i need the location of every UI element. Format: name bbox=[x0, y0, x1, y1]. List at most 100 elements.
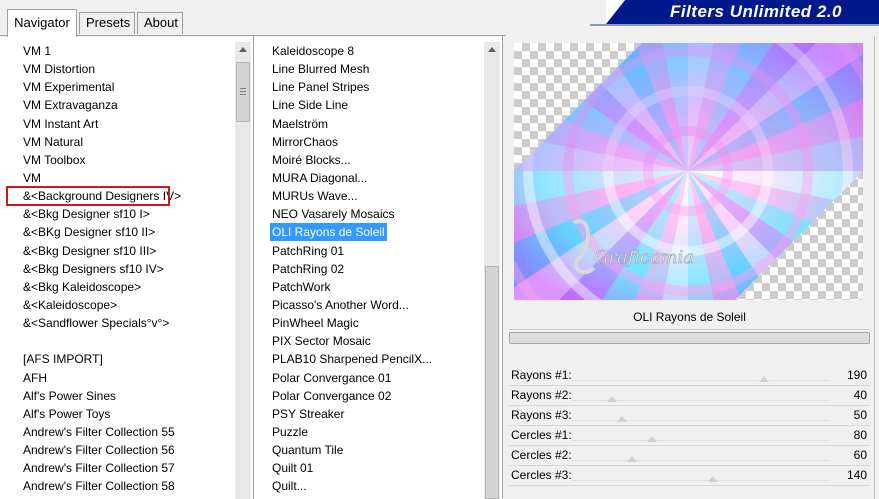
parameter-slider-knob[interactable] bbox=[626, 456, 637, 462]
parameter-value[interactable]: 140 bbox=[847, 466, 867, 484]
category-item-label: AFH bbox=[23, 370, 47, 385]
parameter-row[interactable]: Rayons #1: 190 bbox=[509, 366, 870, 386]
filter-item[interactable]: OLI Rayons de Soleil bbox=[254, 223, 434, 242]
parameter-value[interactable]: 80 bbox=[854, 426, 867, 444]
filter-item[interactable]: MirrorChaos bbox=[254, 133, 434, 151]
filter-preview[interactable]: Graficamia bbox=[514, 43, 863, 300]
filter-item[interactable]: Line Side Line bbox=[254, 96, 434, 114]
category-item[interactable]: VM Instant Art bbox=[0, 115, 183, 133]
filter-item-label: Kaleidoscope 8 bbox=[272, 44, 355, 58]
filter-item[interactable]: Line Blurred Mesh bbox=[254, 60, 434, 78]
category-item[interactable]: Andrew's Filter Collection 56 bbox=[0, 441, 183, 459]
filter-scroll-thumb[interactable] bbox=[485, 266, 499, 499]
filter-item[interactable]: Maelström bbox=[254, 115, 434, 133]
filter-item-label: PIX Sector Mosaic bbox=[272, 334, 371, 349]
category-item-label: Andrew's Filter Collection 56 bbox=[23, 443, 175, 458]
filter-item[interactable]: PatchRing 01 bbox=[254, 242, 434, 260]
filter-item[interactable]: Line Panel Stripes bbox=[254, 78, 434, 96]
filter-item[interactable]: Quantum Tile bbox=[254, 441, 434, 459]
category-item-label: &<Sandflower Specials°v°> bbox=[23, 316, 170, 331]
category-item[interactable]: &<BKg Designer sf10 II> bbox=[0, 223, 183, 241]
filter-item-label: Quantum Tile bbox=[272, 443, 344, 458]
category-item[interactable]: Andrew's Filter Collection 58 bbox=[0, 477, 183, 495]
parameter-row[interactable]: Cercles #2: 60 bbox=[509, 446, 870, 466]
parameter-label: Cercles #3: bbox=[511, 468, 572, 482]
filter-item[interactable]: Quilt 01 bbox=[254, 459, 434, 477]
parameter-slider-knob[interactable] bbox=[758, 376, 769, 382]
filter-item[interactable]: PatchWork bbox=[254, 278, 434, 296]
filter-item-label: PSY Streaker bbox=[272, 406, 345, 421]
filter-item[interactable]: MURA Diagonal... bbox=[254, 169, 434, 187]
parameter-slider-knob[interactable] bbox=[647, 436, 658, 442]
scroll-up-arrow-icon[interactable] bbox=[235, 42, 251, 58]
parameter-row[interactable]: Cercles #1: 80 bbox=[509, 426, 870, 446]
filter-item[interactable]: PSY Streaker bbox=[254, 405, 434, 423]
filter-item[interactable]: Kaleidoscope 8 bbox=[254, 42, 434, 60]
parameter-slider-track[interactable] bbox=[571, 460, 830, 461]
filter-item[interactable]: Picasso's Another Word... bbox=[254, 296, 434, 314]
category-list: VM 1 VM Distortion VM Experimental VM Extra… bbox=[0, 42, 183, 496]
category-item[interactable]: &<Sandflower Specials°v°> bbox=[0, 314, 183, 332]
parameter-row[interactable]: Rayons #3: 50 bbox=[509, 406, 870, 426]
filter-scrollbar[interactable] bbox=[484, 42, 500, 499]
category-item[interactable]: &<Bkg Designer sf10 III> bbox=[0, 242, 183, 260]
filter-item[interactable]: Polar Convergance 02 bbox=[254, 387, 434, 405]
parameter-slider-knob[interactable] bbox=[708, 476, 719, 482]
category-item[interactable]: VM Experimental bbox=[0, 78, 183, 96]
category-item[interactable]: VM bbox=[0, 169, 183, 187]
tab-navigator[interactable]: Navigator bbox=[7, 9, 77, 37]
category-item[interactable]: Andrew's Filter Collection 57 bbox=[0, 459, 183, 477]
category-item[interactable]: &<Bkg Designers sf10 IV> bbox=[0, 260, 183, 278]
filter-item[interactable]: NEO Vasarely Mosaics bbox=[254, 205, 434, 223]
category-item[interactable]: &<Bkg Designer sf10 I> bbox=[0, 205, 183, 223]
app-title: Filters Unlimited 2.0 bbox=[669, 2, 843, 21]
category-item[interactable]: VM Distortion bbox=[0, 60, 183, 78]
category-scrollbar[interactable] bbox=[235, 42, 251, 499]
filter-item-label: PatchRing 01 bbox=[272, 243, 345, 258]
filter-item[interactable]: Polar Convergance 01 bbox=[254, 369, 434, 387]
tab-presets[interactable]: Presets bbox=[79, 12, 135, 34]
parameter-row[interactable]: Cercles #3: 140 bbox=[509, 466, 870, 486]
filter-item[interactable]: PLAB10 Sharpened PencilX... bbox=[254, 350, 434, 368]
filter-item[interactable]: Moiré Blocks... bbox=[254, 151, 434, 169]
category-scroll-thumb[interactable] bbox=[236, 62, 250, 122]
filter-item-label: Quilt... bbox=[272, 479, 307, 494]
category-item[interactable]: [AFS IMPORT] bbox=[0, 350, 183, 368]
category-item[interactable]: Alf's Power Toys bbox=[0, 405, 183, 423]
list-spacer bbox=[0, 332, 183, 350]
category-item[interactable]: VM Natural bbox=[0, 133, 183, 151]
parameter-row[interactable]: Rayons #2: 40 bbox=[509, 386, 870, 406]
category-item-label: Andrew's Filter Collection 57 bbox=[23, 461, 175, 476]
filter-item-label: PinWheel Magic bbox=[272, 316, 359, 331]
filter-item[interactable]: PatchRing 02 bbox=[254, 260, 434, 278]
filter-item[interactable]: MURUs Wave... bbox=[254, 187, 434, 205]
filter-item[interactable]: PinWheel Magic bbox=[254, 314, 434, 332]
filter-item[interactable]: Puzzle bbox=[254, 423, 434, 441]
category-item[interactable]: Andrew's Filter Collection 55 bbox=[0, 423, 183, 441]
category-item[interactable]: VM Toolbox bbox=[0, 151, 183, 169]
category-item[interactable]: VM 1 bbox=[0, 42, 183, 60]
parameter-slider-track[interactable] bbox=[571, 440, 830, 441]
category-item-label: Andrew's Filter Collection 58 bbox=[23, 479, 175, 494]
scroll-up-arrow-icon[interactable] bbox=[484, 42, 500, 58]
parameter-slider-track[interactable] bbox=[571, 480, 830, 481]
filter-item[interactable]: Quilt... bbox=[254, 477, 434, 495]
category-item-label: VM Distortion bbox=[23, 62, 96, 77]
parameter-value[interactable]: 40 bbox=[854, 386, 867, 404]
category-item[interactable]: VM Extravaganza bbox=[0, 96, 183, 114]
category-item[interactable]: &<Kaleidoscope> bbox=[0, 296, 183, 314]
parameter-slider-track[interactable] bbox=[571, 380, 830, 381]
parameter-value[interactable]: 190 bbox=[847, 366, 867, 384]
category-item[interactable]: Alf's Power Sines bbox=[0, 387, 183, 405]
tab-about[interactable]: About bbox=[137, 12, 183, 34]
category-item[interactable]: AFH bbox=[0, 369, 183, 387]
category-item[interactable]: &<Bkg Kaleidoscope> bbox=[0, 278, 183, 296]
parameter-slider-track[interactable] bbox=[571, 420, 830, 421]
parameter-value[interactable]: 50 bbox=[854, 406, 867, 424]
filter-item[interactable]: PIX Sector Mosaic bbox=[254, 332, 434, 350]
parameter-value[interactable]: 60 bbox=[854, 446, 867, 464]
parameter-label: Cercles #1: bbox=[511, 428, 572, 442]
parameter-slider-knob[interactable] bbox=[606, 396, 617, 402]
category-item[interactable]: &<Background Designers IV> bbox=[0, 187, 183, 205]
parameter-slider-knob[interactable] bbox=[616, 416, 627, 422]
